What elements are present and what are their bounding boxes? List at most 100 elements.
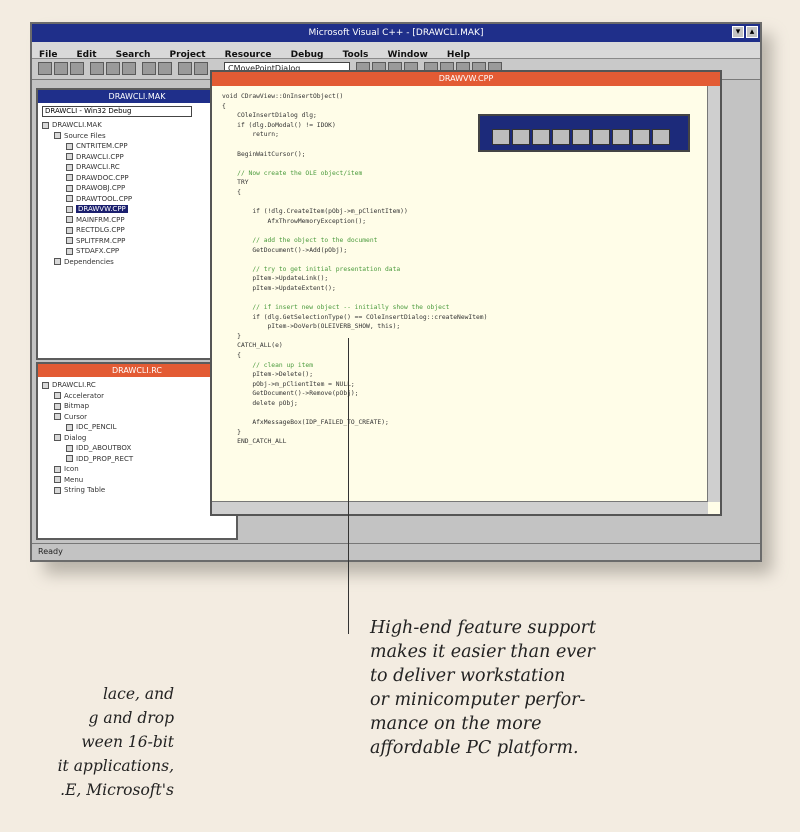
file-icon <box>66 423 73 431</box>
call-stack-icon[interactable] <box>632 129 650 145</box>
file-icon <box>66 247 73 255</box>
folder-icon <box>42 121 49 129</box>
tree-item-label: IDD_PROP_RECT <box>76 454 134 463</box>
caption-line: .E, Microsoft's <box>60 781 174 799</box>
tree-item-label: IDC_PENCIL <box>76 423 117 431</box>
paste-icon[interactable] <box>122 62 136 75</box>
new-file-icon[interactable] <box>38 62 52 75</box>
file-icon <box>66 237 73 244</box>
tree-item-label: String Table <box>64 486 106 494</box>
tree-item-label: Accelerator <box>64 391 104 400</box>
project-tree-item[interactable]: Source Files <box>42 131 232 142</box>
project-tree-item[interactable]: Dependencies <box>42 257 232 268</box>
resource-tree-item[interactable]: IDD_PROP_RECT <box>42 454 232 465</box>
tree-item-label: SPLITFRM.CPP <box>76 236 126 245</box>
undo-icon[interactable] <box>142 62 156 75</box>
find-icon[interactable] <box>178 62 192 75</box>
caption-line: or minicomputer perfor- <box>370 690 586 710</box>
file-icon <box>66 455 73 462</box>
resource-tree-item[interactable]: Icon <box>42 464 232 475</box>
project-tree-item[interactable]: DRAWDOC.CPP <box>42 173 232 184</box>
code-line: pItem->UpdateLink(); <box>222 275 329 283</box>
project-tree-item[interactable]: DRAWCLI.RC <box>42 162 232 173</box>
copy-icon[interactable] <box>106 62 120 75</box>
folder-icon <box>54 476 61 483</box>
resource-tree-item[interactable]: IDD_ABOUTBOX <box>42 443 232 454</box>
folder-icon <box>54 413 61 420</box>
tree-item-label: DRAWVW.CPP <box>76 205 128 213</box>
step-into-debug-icon[interactable] <box>532 129 550 145</box>
code-line: } <box>222 428 241 436</box>
run-to-cursor-icon[interactable] <box>592 129 610 145</box>
project-tree-item[interactable]: STDAFX.CPP <box>42 246 232 257</box>
open-file-icon[interactable] <box>54 62 68 75</box>
step-over-debug-icon[interactable] <box>552 129 570 145</box>
code-line: pItem->DoVerb(OLEIVERB_SHOW, this); <box>222 323 401 331</box>
save-icon[interactable] <box>70 62 84 75</box>
code-line: AfxThrowMemoryException(); <box>222 217 367 225</box>
status-bar: Ready <box>32 543 760 560</box>
caption-left: lace, and g and drop ween 16-bit it applica… <box>0 682 174 802</box>
editor-vertical-scrollbar[interactable] <box>707 86 720 502</box>
folder-icon <box>54 465 61 473</box>
step-out-icon[interactable] <box>572 129 590 145</box>
resource-tree-item[interactable]: Dialog <box>42 433 232 444</box>
caption-line: affordable PC platform. <box>370 738 579 758</box>
resource-tree-item[interactable]: IDC_PENCIL <box>42 422 232 433</box>
caption-line: High-end feature support <box>370 618 597 638</box>
restart-icon[interactable] <box>492 129 510 145</box>
find-in-files-icon[interactable] <box>194 62 208 75</box>
file-icon <box>66 195 73 202</box>
resource-tree-item[interactable]: Accelerator <box>42 391 232 402</box>
file-icon <box>66 174 73 181</box>
redo-icon[interactable] <box>158 62 172 75</box>
disassembly-icon[interactable] <box>652 129 670 145</box>
cut-icon[interactable] <box>90 62 104 75</box>
code-line: // if insert new object -- initially sho… <box>222 304 450 312</box>
code-line: if (dlg.GetSelectionType() == COleInsert… <box>222 313 488 321</box>
stop-debugging-icon[interactable] <box>512 129 530 145</box>
caption-line: mance on the more <box>370 714 542 734</box>
tree-item-label: Menu <box>64 475 84 484</box>
project-tree-item[interactable]: DRAWOBJ.CPP <box>42 183 232 194</box>
project-config-combo[interactable]: DRAWCLI - Win32 Debug <box>42 106 192 117</box>
caption-line: it applications, <box>57 757 174 775</box>
project-tree-item[interactable]: DRAWTOOL.CPP <box>42 194 232 205</box>
menu-bar: File Edit Search Project Resource Debug … <box>32 42 760 60</box>
watch-icon[interactable] <box>612 129 630 145</box>
resource-tree-item[interactable]: Cursor <box>42 412 232 423</box>
project-tree-item[interactable]: RECTDLG.CPP <box>42 225 232 236</box>
file-icon <box>66 163 73 171</box>
code-line: delete pObj; <box>222 400 298 407</box>
project-tree-item[interactable]: DRAWVW.CPP <box>42 204 232 215</box>
resource-tree-item[interactable]: String Table <box>42 485 232 496</box>
project-pane-title: DRAWCLI.MAK <box>38 90 236 103</box>
project-tree-item[interactable]: SPLITFRM.CPP <box>42 236 232 247</box>
file-icon <box>66 205 73 213</box>
resource-tree-item[interactable]: DRAWCLI.RC <box>42 380 232 391</box>
minimize-icon[interactable]: ▾ <box>732 26 744 38</box>
folder-icon <box>42 381 49 389</box>
code-line: pItem->Delete(); <box>222 371 313 379</box>
tree-item-label: DRAWCLI.CPP <box>76 152 124 161</box>
debug-toolbar-title[interactable] <box>480 116 688 125</box>
project-tree-item[interactable]: DRAWCLI.CPP <box>42 152 232 163</box>
resource-tree-item[interactable]: Bitmap <box>42 401 232 412</box>
maximize-icon[interactable]: ▴ <box>746 26 758 38</box>
resource-pane: DRAWCLI.RC DRAWCLI.RC Accelerator Bitmap Cu… <box>36 362 238 540</box>
tree-item-label: CNTRITEM.CPP <box>76 142 128 150</box>
caption-line: ween 16-bit <box>81 733 174 751</box>
tree-item-label: DRAWCLI.RC <box>76 163 120 171</box>
editor-horizontal-scrollbar[interactable] <box>212 501 708 514</box>
resource-tree-item[interactable]: Menu <box>42 475 232 486</box>
project-tree-item[interactable]: DRAWCLI.MAK <box>42 120 232 131</box>
project-tree-item[interactable]: CNTRITEM.CPP <box>42 141 232 152</box>
resource-tree: DRAWCLI.RC Accelerator Bitmap Cursor IDC_PEN… <box>42 380 232 496</box>
project-tree-item[interactable]: MAINFRM.CPP <box>42 215 232 226</box>
caption-line: makes it easier than ever <box>370 642 595 662</box>
tree-item-label: Bitmap <box>64 402 90 410</box>
